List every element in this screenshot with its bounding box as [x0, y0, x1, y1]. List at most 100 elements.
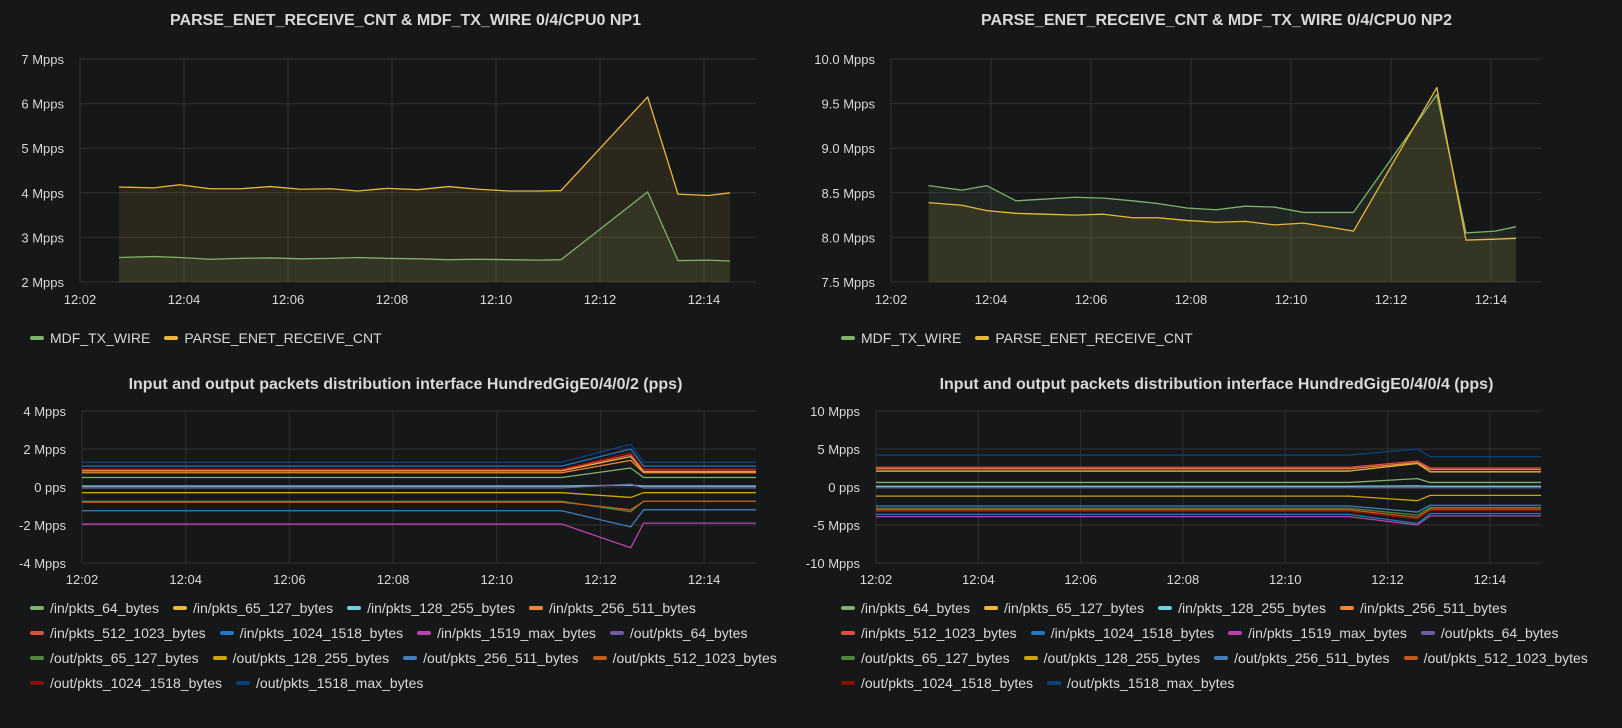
legend-swatch — [1158, 606, 1173, 611]
legend-item[interactable]: /in/pkts_128_255_bytes — [347, 596, 515, 621]
legend-item[interactable]: /in/pkts_512_1023_bytes — [30, 621, 206, 646]
legend-label: /in/pkts_1024_1518_bytes — [239, 625, 404, 641]
series-line-13[interactable] — [876, 448, 1541, 458]
legend-item[interactable]: /out/pkts_1518_max_bytes — [1047, 671, 1234, 696]
x-tick-label: 12:02 — [64, 292, 97, 307]
legend-label: /in/pkts_512_1023_bytes — [50, 625, 206, 641]
series-line-9[interactable] — [82, 492, 756, 499]
legend-swatch — [1420, 631, 1435, 636]
legend-item[interactable]: /out/pkts_128_255_bytes — [1023, 646, 1200, 671]
legend: MDF_TX_WIRE PARSE_ENET_RECEIVE_CNT — [841, 326, 1622, 351]
series-line-11[interactable] — [82, 500, 756, 511]
legend-label: /in/pkts_64_bytes — [861, 600, 970, 616]
x-tick-label: 12:10 — [480, 572, 513, 587]
legend-swatch — [841, 656, 855, 661]
legend-item[interactable]: PARSE_ENET_RECEIVE_CNT — [975, 326, 1193, 351]
legend-item[interactable]: PARSE_ENET_RECEIVE_CNT — [164, 326, 382, 351]
series-line-6[interactable] — [82, 522, 756, 549]
legend-label: /in/pkts_128_255_bytes — [1178, 600, 1326, 616]
series-line-9[interactable] — [876, 494, 1541, 502]
legend-swatch — [30, 681, 44, 686]
chart-np1[interactable]: 7 Mpps6 Mpps5 Mpps4 Mpps3 Mpps2 Mpps12:0… — [0, 0, 811, 307]
legend-item[interactable]: /out/pkts_512_1023_bytes — [592, 646, 777, 671]
y-tick-label: 4 Mpps — [21, 186, 64, 201]
legend-item[interactable]: /in/pkts_512_1023_bytes — [841, 621, 1017, 646]
legend-item[interactable]: /in/pkts_1024_1518_bytes — [219, 621, 404, 646]
legend-item[interactable]: /out/pkts_128_255_bytes — [212, 646, 389, 671]
legend-swatch — [983, 606, 998, 611]
legend-item[interactable]: /out/pkts_64_bytes — [1420, 621, 1558, 646]
chart-np2[interactable]: 10.0 Mpps 9.5 Mpps 9.0 Mpps 8.5 Mpps 8.0 Mpp… — [811, 0, 1622, 307]
x-tick-label: 12:02 — [875, 292, 908, 307]
legend-item[interactable]: /out/pkts_1518_max_bytes — [236, 671, 423, 696]
y-tick-label: 9.0 Mpps — [822, 141, 876, 156]
chart-hundredgige-0-4-0-2[interactable]: 4 Mpps 2 Mpps 0 pps -2 Mpps -4 Mpps12:02 12:0… — [0, 364, 811, 604]
legend-label: /out/pkts_1518_max_bytes — [1067, 675, 1235, 691]
legend-item[interactable]: /out/pkts_64_bytes — [609, 621, 747, 646]
legend-swatch — [1030, 631, 1045, 636]
y-tick-label: -5 Mpps — [813, 518, 860, 533]
y-tick-label: 10 Mpps — [810, 404, 860, 419]
x-tick-label: 12:04 — [962, 572, 995, 587]
x-tick-label: 12:08 — [1175, 292, 1208, 307]
legend-item[interactable]: /out/pkts_1024_1518_bytes — [841, 671, 1033, 696]
grid — [875, 410, 1541, 564]
y-tick-label: 4 Mpps — [23, 404, 66, 419]
series-line-4[interactable] — [876, 460, 1541, 469]
x-tick-label: 12:08 — [1167, 572, 1200, 587]
legend-item[interactable]: /in/pkts_64_bytes — [30, 596, 159, 621]
series-area-1 — [928, 87, 1516, 282]
legend-item[interactable]: /in/pkts_65_127_bytes — [172, 596, 333, 621]
dashboard: PARSE_ENET_RECEIVE_CNT & MDF_TX_WIRE 0/4… — [0, 0, 1622, 728]
series-line-13[interactable] — [82, 443, 756, 463]
legend-item[interactable]: /in/pkts_65_127_bytes — [983, 596, 1145, 621]
y-tick-label: 8.5 Mpps — [822, 186, 876, 201]
series-line-5[interactable] — [82, 448, 756, 467]
series-line-0[interactable] — [876, 477, 1541, 484]
legend: /in/pkts_64_bytes/in/pkts_65_127_bytes/i… — [841, 596, 1622, 696]
legend-item[interactable]: /out/pkts_65_127_bytes — [30, 646, 199, 671]
legend-item[interactable]: /in/pkts_1519_max_bytes — [1228, 621, 1407, 646]
x-tick-label: 12:10 — [1275, 292, 1308, 307]
y-tick-label: -10 Mpps — [806, 556, 861, 571]
series-line-2[interactable] — [82, 484, 756, 487]
x-tick-label: 12:08 — [377, 572, 410, 587]
legend-swatch — [592, 656, 607, 661]
legend-item[interactable]: /in/pkts_1024_1518_bytes — [1030, 621, 1214, 646]
legend-label: /in/pkts_1519_max_bytes — [1248, 625, 1407, 641]
x-tick-label: 12:06 — [273, 572, 306, 587]
x-tick-label: 12:02 — [66, 572, 99, 587]
y-tick-label: 3 Mpps — [21, 230, 64, 245]
legend-item[interactable]: MDF_TX_WIRE — [841, 326, 961, 351]
legend-item[interactable]: /out/pkts_1024_1518_bytes — [30, 671, 222, 696]
legend-item[interactable]: /in/pkts_1519_max_bytes — [417, 621, 596, 646]
legend-item[interactable]: /in/pkts_64_bytes — [841, 596, 970, 621]
x-tick-label: 12:08 — [376, 292, 409, 307]
chart-hundredgige-0-4-0-4[interactable]: 10 Mpps 5 Mpps 0 pps -5 Mpps -10 Mpps12:02 12… — [806, 364, 1622, 604]
series-line-5[interactable] — [876, 512, 1541, 525]
legend-item[interactable]: /in/pkts_128_255_bytes — [1158, 596, 1326, 621]
legend-item[interactable]: /in/pkts_256_511_bytes — [1339, 596, 1507, 621]
legend-swatch — [528, 606, 543, 611]
legend-item[interactable]: /out/pkts_512_1023_bytes — [1403, 646, 1588, 671]
legend-item[interactable]: /out/pkts_256_511_bytes — [1214, 646, 1390, 671]
legend-label: /out/pkts_1518_max_bytes — [256, 675, 424, 691]
panel-np1: PARSE_ENET_RECEIVE_CNT & MDF_TX_WIRE 0/4… — [0, 0, 811, 364]
legend-item[interactable]: MDF_TX_WIRE — [30, 326, 150, 351]
legend-label: /in/pkts_65_127_bytes — [1003, 600, 1145, 616]
legend-label: /in/pkts_1519_max_bytes — [437, 625, 596, 641]
x-tick-label: 12:04 — [169, 572, 202, 587]
legend-swatch — [164, 336, 179, 341]
series-line-6[interactable] — [876, 515, 1541, 526]
legend-swatch — [403, 656, 418, 661]
legend-item[interactable]: /in/pkts_256_511_bytes — [528, 596, 696, 621]
legend-swatch — [212, 656, 227, 661]
legend-swatch — [1339, 606, 1354, 611]
legend-swatch — [1023, 656, 1038, 661]
legend-item[interactable]: /out/pkts_256_511_bytes — [403, 646, 579, 671]
legend-swatch — [841, 336, 855, 341]
legend-item[interactable]: /out/pkts_65_127_bytes — [841, 646, 1010, 671]
legend-swatch — [841, 606, 855, 611]
legend-swatch — [30, 631, 44, 636]
legend-label: /out/pkts_512_1023_bytes — [1423, 650, 1588, 666]
